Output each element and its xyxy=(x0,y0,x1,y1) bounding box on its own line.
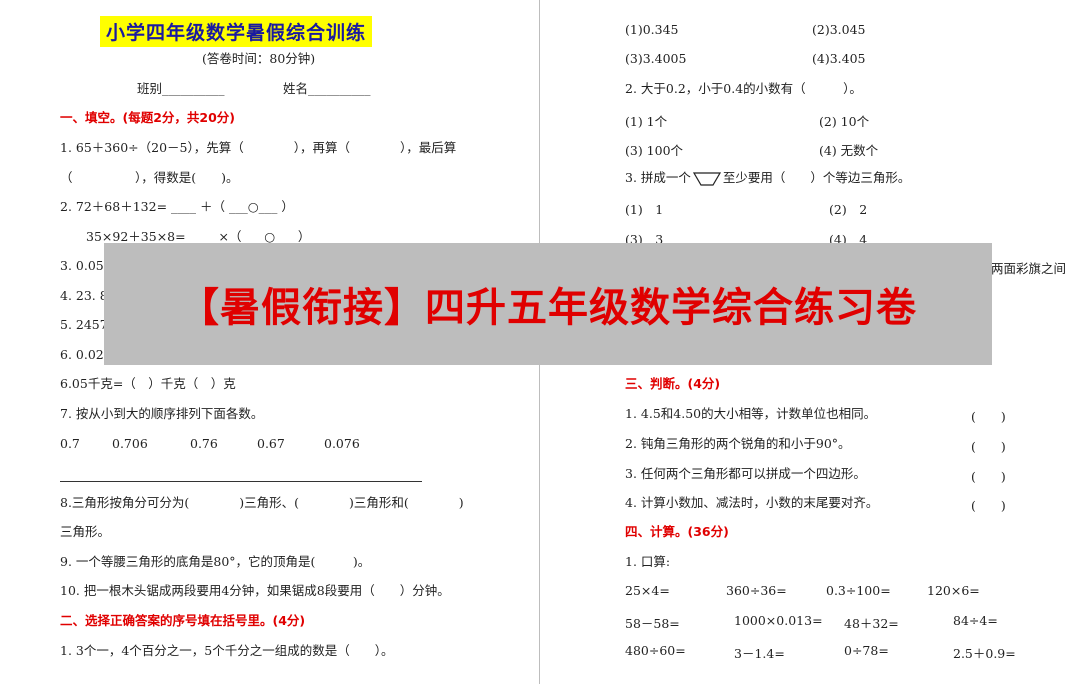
q7-number-2: 0.706 xyxy=(112,436,148,451)
question-8b: 三角形。 xyxy=(60,524,111,539)
section-choice: 二、选择正确答案的序号填在括号里。(4分) xyxy=(60,613,306,628)
choice-question-3: 3. 拼成一个 至少要用（ ）个等边三角形。 xyxy=(625,170,910,187)
question-6: 6. 0.02 xyxy=(60,347,104,362)
banner-title: 【暑假衔接】四升五年级数学综合练习卷 xyxy=(179,285,917,331)
judge-1: 1. 4.5和4.50的大小相等，计数单位也相同。 xyxy=(625,406,877,421)
trapezoid-icon xyxy=(692,171,721,186)
option-3: (3)3.4005 xyxy=(625,51,687,66)
question-7: 7. 按从小到大的顺序排列下面各数。 xyxy=(60,406,264,421)
judge-2: 2. 钝角三角形的两个锐角的和小于90°。 xyxy=(625,436,851,451)
calc-item: 0.3÷100= xyxy=(826,583,891,598)
calc-item: 2.5＋0.9= xyxy=(953,646,1016,661)
calc-item: 360÷36= xyxy=(726,583,787,598)
question-9: 9. 一个等腰三角形的底角是80°，它的顶角是( )。 xyxy=(60,554,371,569)
judge-4: 4. 计算小数加、减法时，小数的末尾要对齐。 xyxy=(625,495,879,510)
question-2a: 2. 72＋68＋132= ____ ＋（ ___○___ ） xyxy=(60,199,294,214)
section-calc: 四、计算。(36分) xyxy=(625,524,729,539)
calc-item: 25×4= xyxy=(625,583,670,598)
question-5: 5. 2457 xyxy=(60,317,108,332)
calc-title: 1. 口算: xyxy=(625,554,671,569)
calc-item: 84÷4= xyxy=(953,613,998,628)
q7-number-4: 0.67 xyxy=(257,436,285,451)
question-8a: 8.三角形按角分可分为( )三角形、( )三角形和( ) xyxy=(60,495,464,510)
question-3: 3. 0.05 xyxy=(60,258,104,273)
option-2-1: (1) 1个 xyxy=(625,114,668,129)
choice-question-1: 1. 3个一，4个百分之一，5个千分之一组成的数是（ ）。 xyxy=(60,643,394,658)
q3-prefix: 3. 拼成一个 xyxy=(625,170,691,185)
option-2-3: (3) 100个 xyxy=(625,143,684,158)
time-note: (答卷时间：80分钟) xyxy=(202,51,316,66)
judge-3: 3. 任何两个三角形都可以拼成一个四边形。 xyxy=(625,466,866,481)
q3-suffix: 至少要用（ ）个等边三角形。 xyxy=(722,170,911,185)
question-1a: 1. 65＋360÷（20－5），先算（ ），再算（ ），最后算 xyxy=(60,140,457,155)
calc-item: 58－58= xyxy=(625,616,680,631)
q7-number-5: 0.076 xyxy=(324,436,360,451)
judge-2-paren: ( ) xyxy=(971,439,1006,454)
worksheet-title: 小学四年级数学暑假综合训练 xyxy=(100,16,373,47)
cut-off-text: 两面彩旗之间 xyxy=(991,261,1067,276)
q7-number-3: 0.76 xyxy=(190,436,218,451)
option-2-2: (2) 10个 xyxy=(819,114,870,129)
calc-item: 480÷60= xyxy=(625,643,686,658)
question-6b: 6.05千克=（ ）千克（ ）克 xyxy=(60,376,236,391)
judge-1-paren: ( ) xyxy=(971,409,1006,424)
option-2-4: (4) 无数个 xyxy=(819,143,879,158)
class-field: 班别__________ xyxy=(137,81,225,96)
promo-banner: 【暑假衔接】四升五年级数学综合练习卷 xyxy=(104,243,992,365)
calc-item: 120×6= xyxy=(927,583,980,598)
choice-question-2: 2. 大于0.2，小于0.4的小数有（ ）。 xyxy=(625,81,862,96)
option-2: (2)3.045 xyxy=(812,22,866,37)
section-judge: 三、判断。(4分) xyxy=(625,376,721,391)
option-3-1: (1) 1 xyxy=(625,202,664,217)
option-3-2: (2) 2 xyxy=(829,202,868,217)
question-10: 10. 把一根木头锯成两段要用4分钟，如果锯成8段要用（ ）分钟。 xyxy=(60,583,450,598)
q7-number-1: 0.7 xyxy=(60,436,80,451)
calc-item: 0÷78= xyxy=(844,643,889,658)
option-1: (1)0.345 xyxy=(625,22,679,37)
name-field: 姓名__________ xyxy=(283,81,371,96)
q7-answer-line xyxy=(60,481,422,482)
question-4: 4. 23. 8 xyxy=(60,288,108,303)
question-1b: （ ），得数是( )。 xyxy=(60,170,239,185)
judge-3-paren: ( ) xyxy=(971,469,1006,484)
option-4: (4)3.405 xyxy=(812,51,866,66)
judge-4-paren: ( ) xyxy=(971,498,1006,513)
calc-item: 3－1.4= xyxy=(734,646,785,661)
calc-item: 1000×0.013= xyxy=(734,613,823,628)
calc-item: 48＋32= xyxy=(844,616,899,631)
section-fill-in: 一、填空。(每题2分，共20分) xyxy=(60,110,236,125)
